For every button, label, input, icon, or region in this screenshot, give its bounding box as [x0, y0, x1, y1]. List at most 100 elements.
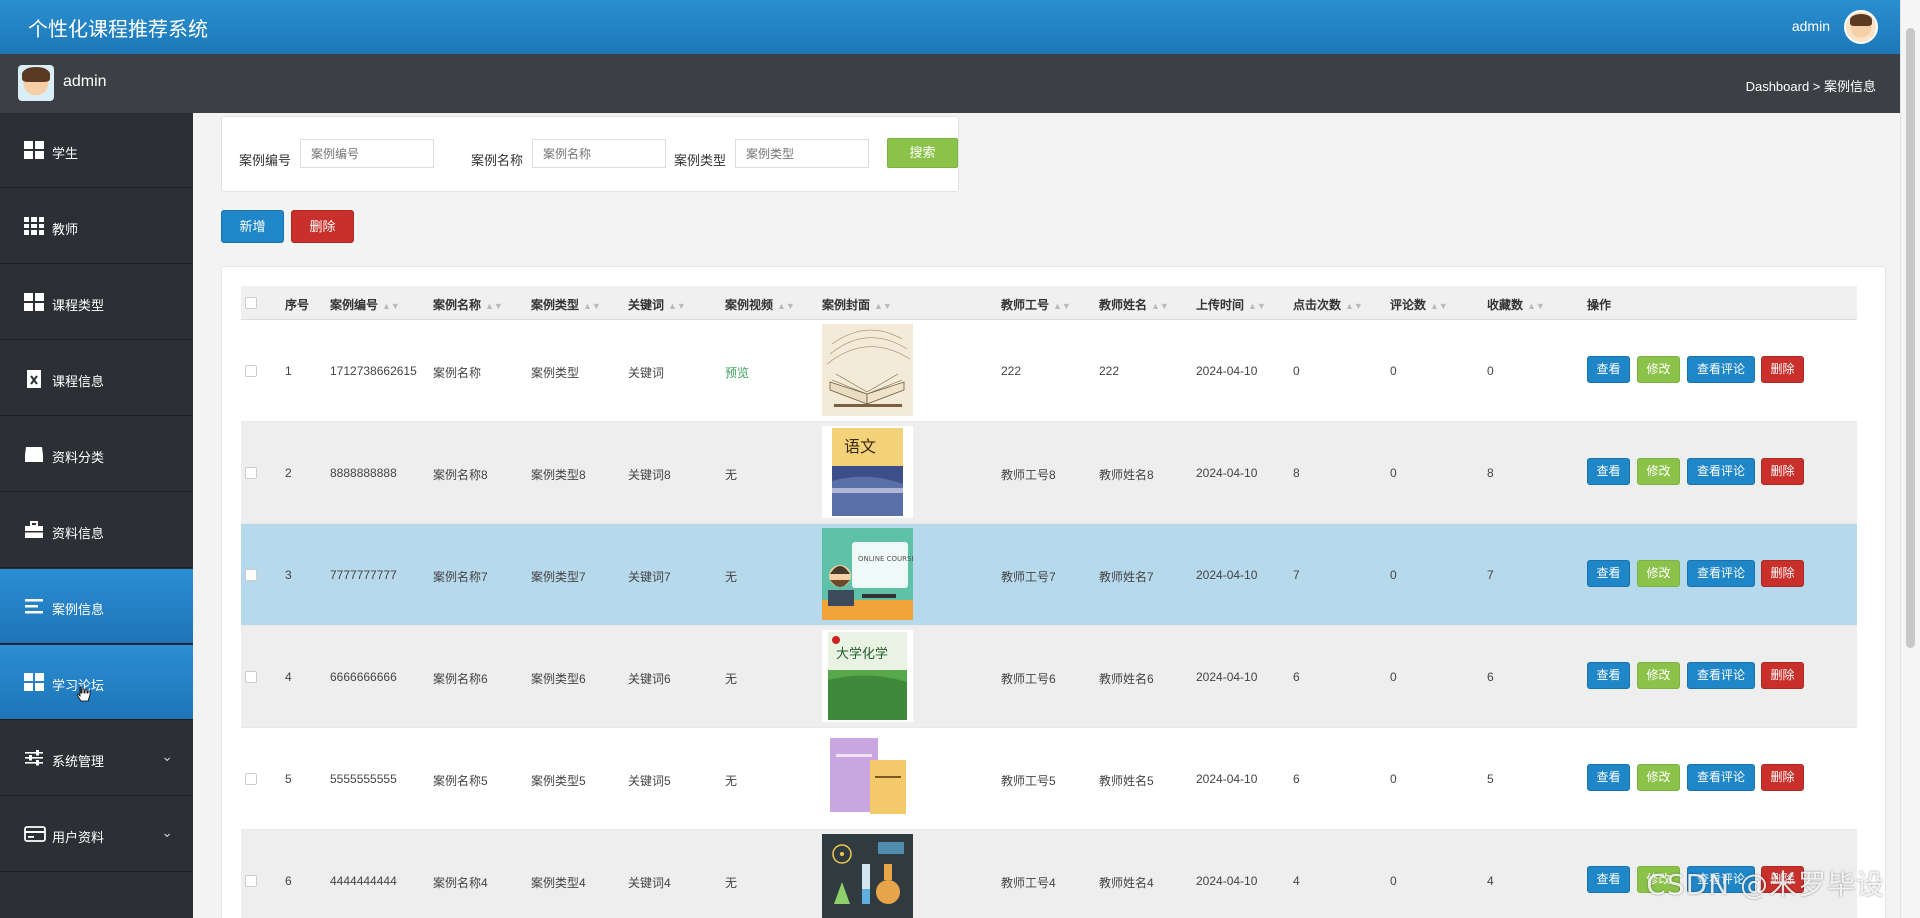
search-input-name[interactable]	[532, 139, 666, 168]
th-name[interactable]: 案例名称 ▲▼	[433, 296, 503, 313]
add-button[interactable]: 新增	[221, 210, 284, 243]
row-checkbox[interactable]	[245, 875, 257, 887]
row-checkbox[interactable]	[245, 365, 257, 377]
row-checkbox[interactable]	[245, 671, 257, 683]
table-row[interactable]: 2 8888888888 案例名称8 案例类型8 关键词8 无 语文 教师工号8…	[241, 422, 1857, 524]
cover-image-online-course[interactable]: ONLINE COURSE	[822, 528, 913, 620]
user-bar: admin Dashboard > 案例信息	[0, 54, 1920, 113]
cell-favorites: 7	[1487, 568, 1494, 582]
view-button[interactable]: 查看	[1587, 662, 1630, 689]
sort-icon: ▲▼	[583, 301, 601, 311]
th-comments[interactable]: 评论数 ▲▼	[1390, 296, 1448, 313]
sidebar-item-course-type[interactable]: 课程类型	[0, 265, 193, 340]
table-row[interactable]: 1 1712738662615 案例名称 案例类型 关键词 预览 222 222…	[241, 320, 1857, 422]
th-keyword[interactable]: 关键词 ▲▼	[628, 296, 686, 313]
view-button[interactable]: 查看	[1587, 458, 1630, 485]
view-comments-button[interactable]: 查看评论	[1687, 560, 1755, 587]
sidebar-item-system[interactable]: 系统管理 ⌄	[0, 721, 193, 796]
edit-button[interactable]: 修改	[1637, 764, 1680, 791]
th-label: 案例编号	[330, 298, 379, 312]
chevron-down-icon: ⌄	[161, 748, 173, 764]
header-username[interactable]: admin	[1792, 18, 1830, 34]
th-clicks[interactable]: 点击次数 ▲▼	[1293, 296, 1363, 313]
sidebar-item-teacher[interactable]: 教师	[0, 189, 193, 264]
table-row[interactable]: 4 6666666666 案例名称6 案例类型6 关键词6 无 大学化学 教师工…	[241, 626, 1857, 728]
th-label: 收藏数	[1487, 298, 1524, 312]
cell-clicks: 6	[1293, 670, 1300, 684]
cell-no: 2	[285, 466, 292, 480]
video-preview-link[interactable]: 预览	[725, 364, 749, 381]
cover-image-open-book[interactable]	[822, 324, 913, 416]
delete-button[interactable]: 删除	[1761, 560, 1804, 587]
cursor-icon	[76, 686, 91, 702]
edit-button[interactable]: 修改	[1637, 560, 1680, 587]
view-button[interactable]: 查看	[1587, 866, 1630, 893]
watermark: CSDN @米罗毕设	[1646, 868, 1885, 901]
th-type[interactable]: 案例类型 ▲▼	[531, 296, 601, 313]
row-checkbox[interactable]	[245, 773, 257, 785]
edit-button[interactable]: 修改	[1637, 662, 1680, 689]
cell-teacher-name: 教师姓名7	[1099, 570, 1154, 584]
cell-code: 8888888888	[330, 466, 397, 480]
cell-type: 案例类型8	[531, 468, 586, 482]
view-comments-button[interactable]: 查看评论	[1687, 764, 1755, 791]
th-teacher-name[interactable]: 教师姓名 ▲▼	[1099, 296, 1169, 313]
view-comments-button[interactable]: 查看评论	[1687, 356, 1755, 383]
view-button[interactable]: 查看	[1587, 764, 1630, 791]
sidebar-item-forum[interactable]: 学习论坛	[0, 645, 193, 720]
view-button[interactable]: 查看	[1587, 356, 1630, 383]
th-code[interactable]: 案例编号 ▲▼	[330, 296, 400, 313]
scrollbar-thumb[interactable]	[1906, 28, 1915, 648]
search-button[interactable]: 搜索	[887, 138, 958, 168]
sidebar-item-course-info[interactable]: 课程信息	[0, 341, 193, 416]
cover-image-science-poster[interactable]	[822, 834, 913, 918]
sidebar-item-material-category[interactable]: 资料分类	[0, 417, 193, 492]
sidebar-item-user-profile[interactable]: 用户资料 ⌄	[0, 797, 193, 872]
sidebar-item-material-info[interactable]: 资料信息	[0, 493, 193, 568]
delete-button[interactable]: 删除	[1761, 356, 1804, 383]
sidebar-item-label: 资料信息	[52, 526, 105, 541]
cell-teacher-name: 教师姓名4	[1099, 876, 1154, 890]
batch-delete-button[interactable]: 删除	[291, 210, 354, 243]
cover-image-chinese-book[interactable]: 语文	[822, 426, 913, 518]
search-input-code[interactable]	[300, 139, 434, 168]
document-x-icon	[24, 369, 44, 388]
table-row[interactable]: 5 5555555555 案例名称5 案例类型5 关键词5 无 教师工号5 教师…	[241, 728, 1857, 830]
row-checkbox[interactable]	[245, 569, 257, 581]
view-button[interactable]: 查看	[1587, 560, 1630, 587]
delete-button[interactable]: 删除	[1761, 764, 1804, 791]
th-label: 点击次数	[1293, 298, 1342, 312]
cell-time: 2024-04-10	[1196, 364, 1258, 378]
th-teacher-id[interactable]: 教师工号 ▲▼	[1001, 296, 1071, 313]
sidebar-item-label: 课程信息	[52, 374, 105, 389]
th-time[interactable]: 上传时间 ▲▼	[1196, 296, 1266, 313]
sort-icon: ▲▼	[1248, 301, 1266, 311]
view-comments-button[interactable]: 查看评论	[1687, 662, 1755, 689]
cover-image-chemistry-book[interactable]: 大学化学	[822, 630, 913, 722]
breadcrumb[interactable]: Dashboard > 案例信息	[1746, 76, 1876, 95]
cover-image-two-books[interactable]	[822, 732, 913, 824]
sidebar-item-student[interactable]: 学生	[0, 113, 193, 188]
sidebar-item-case-info[interactable]: 案例信息	[0, 569, 193, 644]
cell-video: 无	[725, 774, 738, 788]
cell-favorites: 0	[1487, 364, 1494, 378]
search-input-type[interactable]	[735, 139, 869, 168]
th-label: 案例类型	[531, 298, 580, 312]
view-comments-button[interactable]: 查看评论	[1687, 458, 1755, 485]
row-checkbox[interactable]	[245, 467, 257, 479]
sort-icon: ▲▼	[485, 301, 503, 311]
table-row[interactable]: 3 7777777777 案例名称7 案例类型7 关键词7 无 ONLINE C…	[241, 524, 1857, 626]
table-row[interactable]: 6 4444444444 案例名称4 案例类型4 关键词4 无 教师工号4 教师…	[241, 830, 1857, 918]
delete-button[interactable]: 删除	[1761, 662, 1804, 689]
th-favorites[interactable]: 收藏数 ▲▼	[1487, 296, 1545, 313]
edit-button[interactable]: 修改	[1637, 458, 1680, 485]
th-video[interactable]: 案例视频 ▲▼	[725, 296, 795, 313]
edit-button[interactable]: 修改	[1637, 356, 1680, 383]
cell-keyword: 关键词8	[628, 468, 671, 482]
header-avatar[interactable]	[1844, 10, 1878, 44]
cell-teacher-id: 教师工号8	[1001, 468, 1056, 482]
select-all-checkbox[interactable]	[245, 297, 257, 309]
th-cover[interactable]: 案例封面 ▲▼	[822, 296, 892, 313]
delete-button[interactable]: 删除	[1761, 458, 1804, 485]
page-scrollbar[interactable]	[1900, 0, 1920, 918]
